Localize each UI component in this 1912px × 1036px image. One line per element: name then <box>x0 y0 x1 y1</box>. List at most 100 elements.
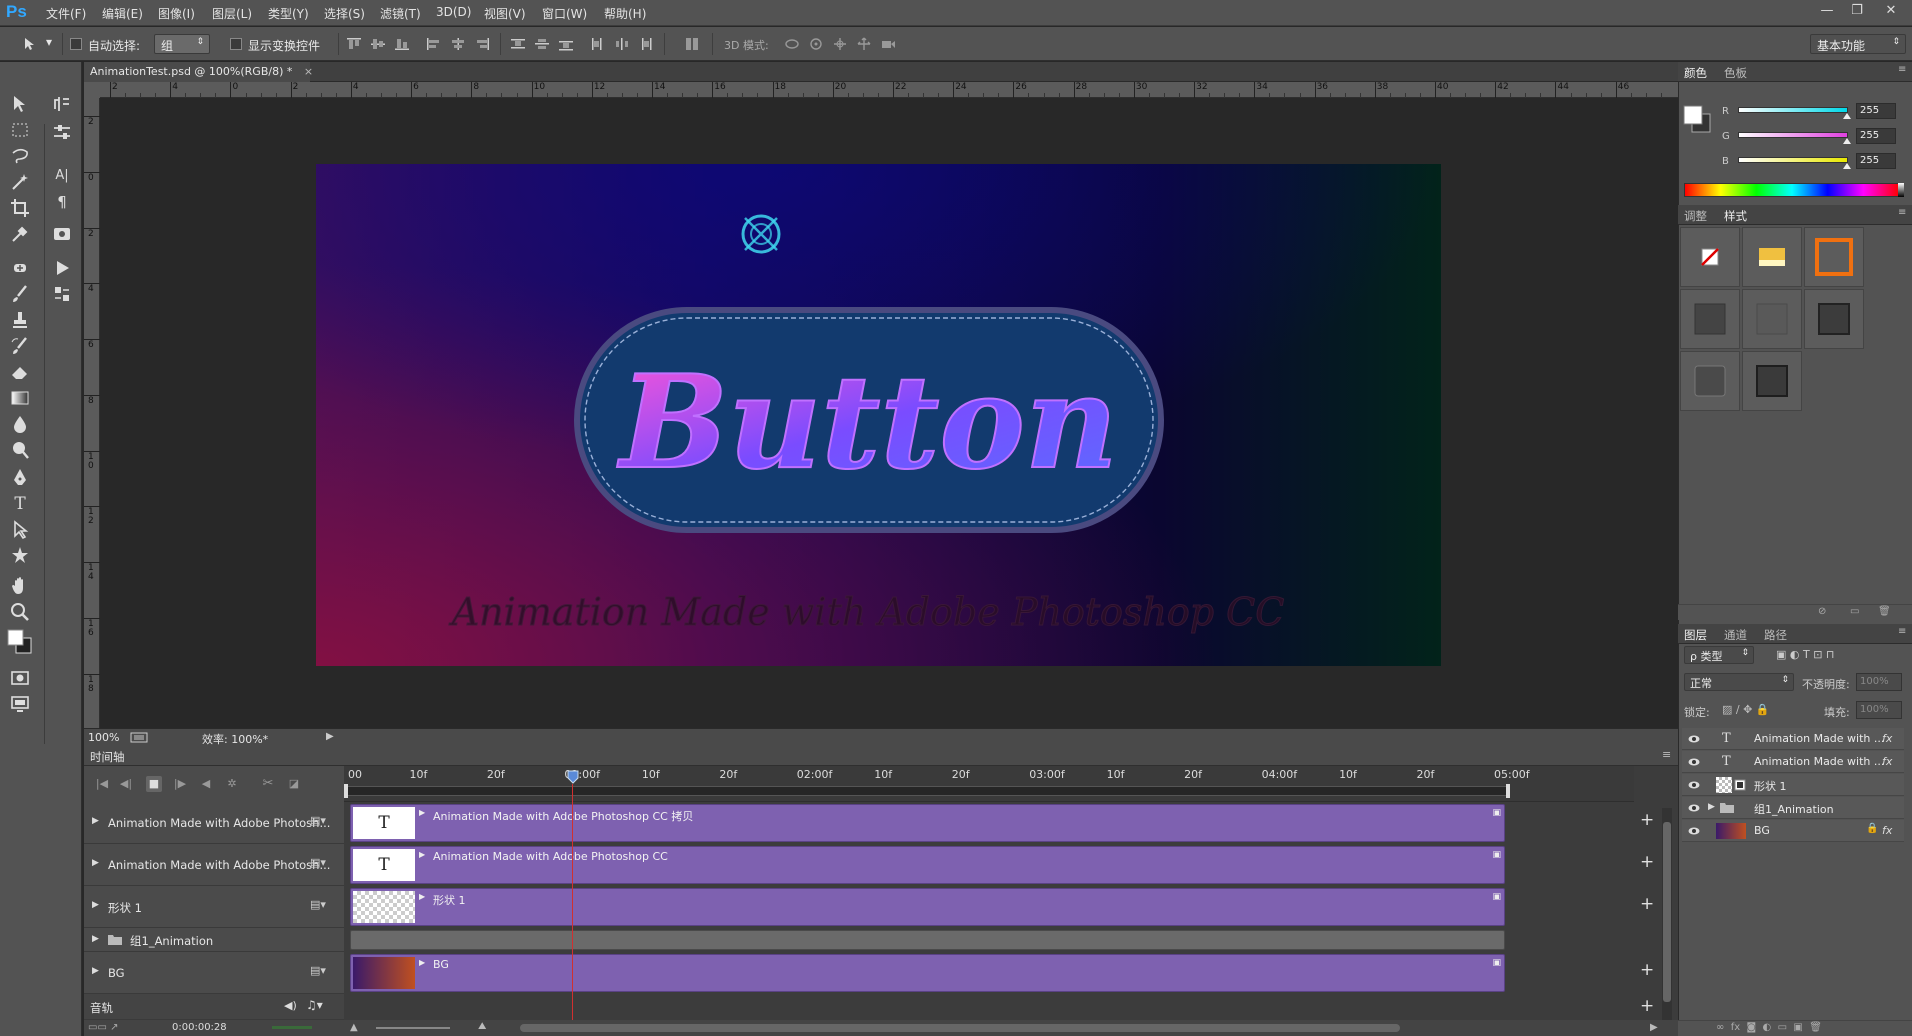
layer-row[interactable]: T Animation Made with ... fx <box>1682 728 1904 750</box>
crop-tool-icon[interactable] <box>8 196 32 220</box>
character-panel-icon[interactable]: A| <box>50 164 74 188</box>
hand-tool-icon[interactable] <box>8 574 32 598</box>
timeline-clip[interactable]: ▶ 形状 1 ▣ <box>350 888 1505 926</box>
add-audio-button[interactable]: + <box>1640 996 1654 1016</box>
add-media-button[interactable]: + <box>1640 894 1654 914</box>
menu-file[interactable]: 文件(F) <box>46 5 86 22</box>
eyedropper-tool-icon[interactable] <box>8 222 32 246</box>
menu-window[interactable]: 窗口(W) <box>542 5 587 22</box>
layers-footer-icons[interactable]: ∞ fx ◙ ◐ ▭ ▣ 🗑 <box>1716 1022 1822 1033</box>
eye-icon[interactable] <box>1688 802 1700 814</box>
workspace-dropdown[interactable]: 基本功能 ⇕ <box>1810 34 1906 54</box>
menu-layer[interactable]: 图层(L) <box>212 5 252 22</box>
document-canvas[interactable]: Button Animation Made with Adobe Photosh… <box>316 164 1441 666</box>
shape-tool-icon[interactable] <box>8 544 32 568</box>
magic-wand-icon[interactable] <box>8 170 32 194</box>
add-media-button[interactable]: + <box>1640 810 1654 830</box>
add-media-button[interactable]: + <box>1640 852 1654 872</box>
healing-brush-icon[interactable] <box>8 256 32 280</box>
paragraph-panel-icon[interactable]: ¶ <box>50 190 74 214</box>
timeline-clip[interactable]: ▶ BG ▣ <box>350 954 1505 992</box>
eye-icon[interactable] <box>1688 756 1700 768</box>
screen-mode-icon[interactable] <box>8 692 32 716</box>
settings-gear-icon[interactable]: ✲ <box>224 776 240 792</box>
audio-track-row[interactable]: 音轨 ◀) ♫▾ <box>84 994 344 1020</box>
layer-filter-dropdown[interactable]: ρ 类型 ⇕ <box>1684 646 1754 664</box>
filmstrip-icon[interactable]: ▤▾ <box>310 898 326 911</box>
color-spectrum-bar[interactable] <box>1684 183 1900 197</box>
delete-style-icon[interactable]: 🗑 <box>1878 606 1891 617</box>
expand-triangle-icon[interactable]: ▶ <box>92 934 99 944</box>
blend-mode-dropdown[interactable]: 正常 ⇕ <box>1684 673 1794 691</box>
tab-paths[interactable]: 路径 <box>1764 627 1787 643</box>
timeline-layer-row[interactable]: ▶ Animation Made with Adobe Photosh... ▤… <box>84 802 344 844</box>
distribute-hcenter-icon[interactable] <box>614 37 630 51</box>
expand-triangle-icon[interactable]: ▶ <box>1708 802 1715 812</box>
align-vcenter-icon[interactable] <box>370 37 386 51</box>
menu-view[interactable]: 视图(V) <box>484 5 526 22</box>
channel-g-value[interactable]: 255 <box>1856 128 1896 144</box>
history-brush-icon[interactable] <box>8 334 32 358</box>
render-icon[interactable]: ▭▭ ↗ <box>88 1022 118 1033</box>
zoom-slider[interactable] <box>376 1027 450 1029</box>
timeline-layer-row[interactable]: ▶ 形状 1 ▤▾ <box>84 886 344 928</box>
distribute-top-icon[interactable] <box>510 37 526 51</box>
align-hcenter-icon[interactable] <box>450 37 466 51</box>
show-transform-checkbox[interactable] <box>230 38 242 50</box>
filmstrip-icon[interactable]: ▤▾ <box>310 856 326 869</box>
speaker-icon[interactable]: ◀) <box>284 999 297 1012</box>
new-style-icon[interactable]: ▭ <box>1850 606 1859 617</box>
menu-filter[interactable]: 滤镜(T) <box>380 5 421 22</box>
type-tool-icon[interactable]: T <box>8 492 32 516</box>
close-icon[interactable]: ✕ <box>1880 2 1902 20</box>
filmstrip-icon[interactable]: ▤▾ <box>310 814 326 827</box>
auto-select-dropdown[interactable]: 组 ⇕ <box>154 34 210 54</box>
align-bottom-icon[interactable] <box>394 37 410 51</box>
move-tool-icon[interactable] <box>22 37 38 51</box>
opacity-input[interactable]: 100% <box>1856 673 1902 691</box>
channel-b-slider[interactable] <box>1738 157 1851 169</box>
scroll-right-icon[interactable]: ▶ <box>1650 1022 1658 1033</box>
split-scissors-icon[interactable]: ✂ <box>260 776 276 792</box>
style-swatch-inset[interactable] <box>1742 351 1802 411</box>
brush-tool-icon[interactable] <box>8 282 32 306</box>
timeline-playhead[interactable] <box>567 770 579 1032</box>
panel-menu-icon[interactable]: ≡ <box>1898 626 1906 637</box>
marquee-tool-icon[interactable] <box>8 118 32 142</box>
align-right-icon[interactable] <box>474 37 490 51</box>
filmstrip-icon[interactable]: ▤▾ <box>310 964 326 977</box>
fx-icon[interactable]: fx <box>1882 732 1892 745</box>
distribute-vcenter-icon[interactable] <box>534 37 550 51</box>
actions-play-icon[interactable] <box>50 256 74 280</box>
path-selection-icon[interactable] <box>8 518 32 542</box>
auto-select-checkbox[interactable] <box>70 38 82 50</box>
style-swatch-dark-3[interactable] <box>1804 289 1864 349</box>
eye-icon[interactable] <box>1688 825 1700 837</box>
panel-menu-icon[interactable]: ≡ <box>1898 207 1906 218</box>
3d-slide-icon[interactable] <box>856 37 872 51</box>
restore-icon[interactable]: ❐ <box>1846 2 1868 20</box>
previous-frame-icon[interactable]: ◀| <box>118 776 134 792</box>
music-note-icon[interactable]: ♫▾ <box>306 998 323 1012</box>
status-arrow-icon[interactable]: ▶ <box>326 731 334 742</box>
slider-knob-icon[interactable] <box>1843 163 1851 169</box>
zoom-level[interactable]: 100% <box>88 731 119 744</box>
expand-triangle-icon[interactable]: ▶ <box>92 816 99 826</box>
menu-3d[interactable]: 3D(D) <box>436 5 471 19</box>
go-first-frame-icon[interactable]: |◀ <box>94 776 110 792</box>
tab-swatches[interactable]: 色板 <box>1724 65 1747 81</box>
dodge-tool-icon[interactable] <box>8 438 32 462</box>
play-icon[interactable]: ■ <box>146 776 162 792</box>
history-panel-icon[interactable] <box>50 92 74 116</box>
channel-b-value[interactable]: 255 <box>1856 153 1896 169</box>
auto-align-icon[interactable] <box>684 37 700 51</box>
tab-styles[interactable]: 样式 <box>1724 208 1747 224</box>
zoom-in-icon[interactable]: ⛰ <box>478 1021 486 1032</box>
timeline-clip[interactable]: T ▶ Animation Made with Adobe Photoshop … <box>350 804 1505 842</box>
layer-row[interactable]: 形状 1 <box>1682 774 1904 796</box>
add-media-button[interactable]: + <box>1640 960 1654 980</box>
properties-panel-icon[interactable] <box>50 120 74 144</box>
timeline-layer-row[interactable]: ▶ BG ▤▾ <box>84 952 344 994</box>
fill-input[interactable]: 100% <box>1856 701 1902 719</box>
layer-row[interactable]: T Animation Made with ... fx <box>1682 751 1904 773</box>
